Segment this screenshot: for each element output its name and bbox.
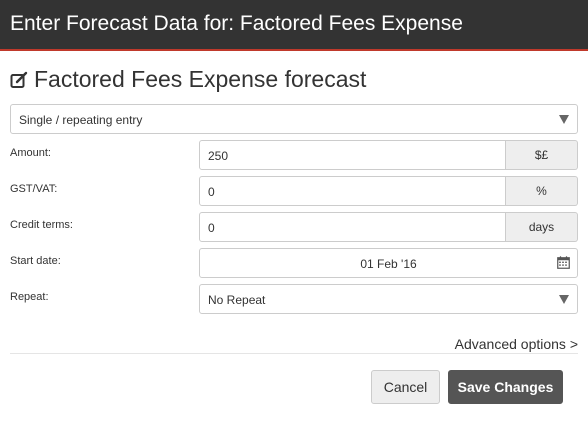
amount-input[interactable]: 250 [199,140,506,170]
edit-icon [10,71,28,88]
credit-terms-input[interactable]: 0 [199,212,506,242]
start-date-label: Start date: [10,255,61,267]
gst-vat-label: GST/VAT: [10,183,58,195]
repeat-label: Repeat: [10,291,49,303]
dialog-title: Enter Forecast Data for: Factored Fees E… [10,12,463,35]
gst-vat-input[interactable]: 0 [199,176,506,206]
start-date-value: 01 Feb '16 [360,257,417,271]
calendar-icon[interactable] [557,256,570,269]
amount-value: 250 [208,149,229,163]
credit-terms-value: 0 [208,221,215,235]
gst-vat-value: 0 [208,185,215,199]
cancel-button[interactable]: Cancel [371,370,440,404]
repeat-select[interactable]: No Repeat [199,284,578,314]
save-changes-button[interactable]: Save Changes [448,370,563,404]
advanced-options-link[interactable]: Advanced options > [455,336,578,352]
entry-type-value: Single / repeating entry [19,113,143,127]
credit-terms-label: Credit terms: [10,219,73,231]
days-addon: days [506,212,578,242]
dialog-titlebar: Enter Forecast Data for: Factored Fees E… [0,0,588,51]
amount-label: Amount: [10,147,51,159]
chevron-down-icon [559,295,569,304]
repeat-value: No Repeat [208,293,266,307]
start-date-input[interactable]: 01 Feb '16 [199,248,578,278]
form-heading: Factored Fees Expense forecast [34,66,367,92]
currency-addon: $£ [506,140,578,170]
divider [10,353,578,354]
percent-addon: % [506,176,578,206]
chevron-down-icon [559,115,569,124]
entry-type-select[interactable]: Single / repeating entry [10,104,578,134]
